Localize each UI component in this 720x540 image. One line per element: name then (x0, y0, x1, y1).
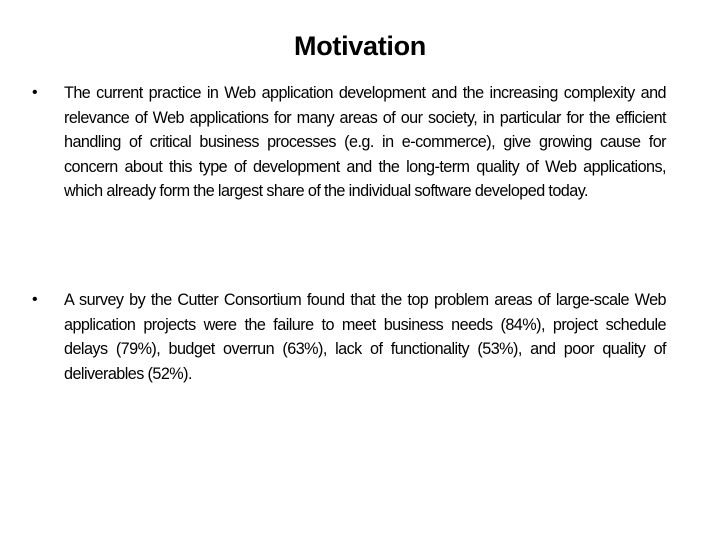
slide-title: Motivation (294, 31, 426, 62)
bullet-marker-icon: • (32, 84, 38, 101)
bullet-text: The current practice in Web application … (64, 84, 667, 201)
bullet-marker-icon: • (32, 291, 38, 308)
bullet-text: A survey by the Cutter Consortium found … (64, 291, 667, 383)
